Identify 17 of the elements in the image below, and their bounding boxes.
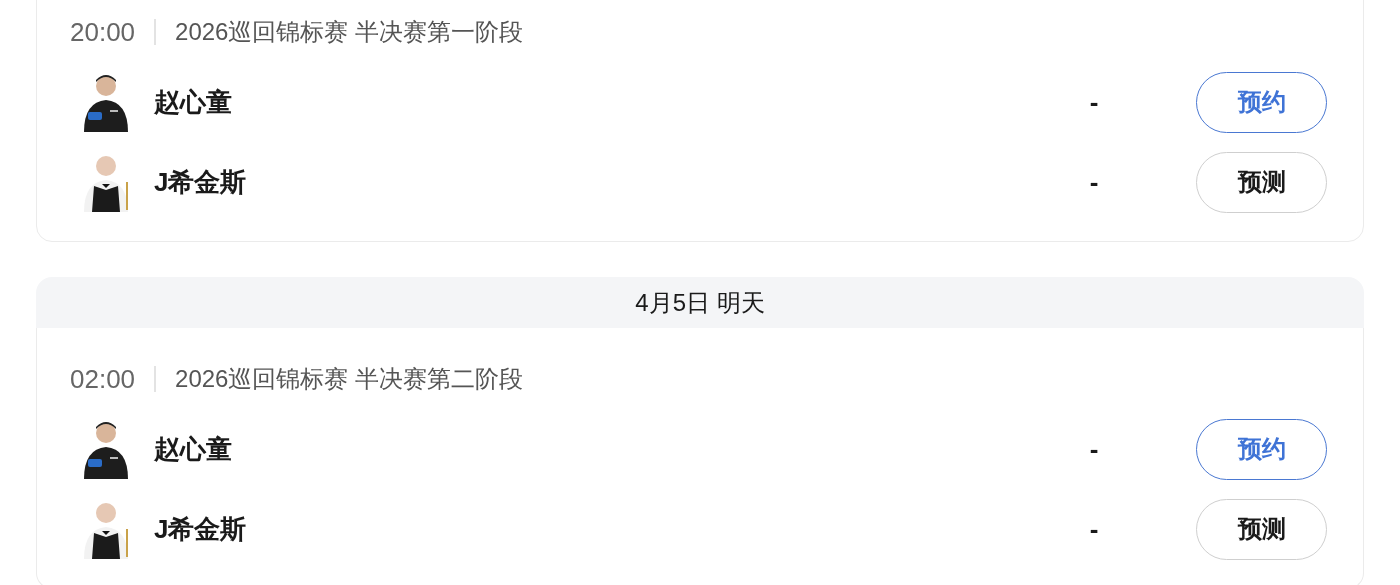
predict-button[interactable]: 预测 [1196,151,1327,213]
score: - [1088,513,1100,545]
event-title: 2026巡回锦标赛 半决赛第一阶段 [175,17,524,47]
match-time: 02:00 [70,363,136,395]
player-name: J希金斯 [154,165,248,199]
player-name: J希金斯 [154,512,248,546]
match-time: 20:00 [70,16,136,48]
score: - [1088,166,1100,198]
player-name: 赵心童 [154,85,233,119]
score: - [1088,433,1100,465]
score: - [1088,86,1100,118]
player-name: 赵心童 [154,432,233,466]
reserve-button[interactable]: 预约 [1196,71,1327,133]
predict-button[interactable]: 预测 [1196,498,1327,560]
event-title: 2026巡回锦标赛 半决赛第二阶段 [175,364,524,394]
reserve-button[interactable]: 预约 [1196,418,1327,480]
date-label: 4月5日 明天 [635,287,765,318]
